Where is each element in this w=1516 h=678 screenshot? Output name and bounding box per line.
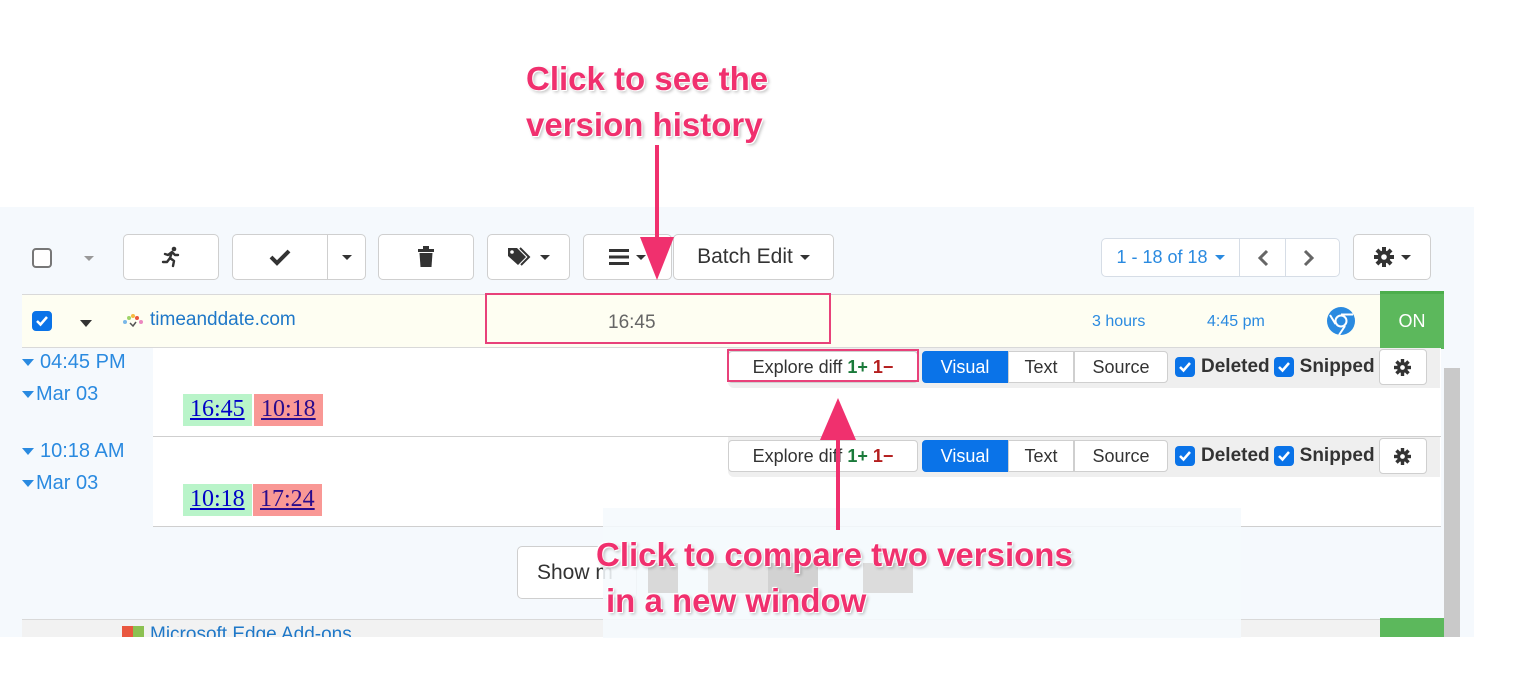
monitor-status-toggle[interactable]: ON <box>1380 291 1444 349</box>
snipped-label: Snipped <box>1299 445 1375 466</box>
checkbox-checked-icon <box>1273 446 1294 466</box>
delete-button[interactable] <box>378 234 474 280</box>
site-favicon-icon <box>122 626 144 637</box>
added-text-chip[interactable]: 10:18 <box>183 484 252 516</box>
caret-down-icon <box>1214 255 1225 260</box>
diff-settings-button[interactable] <box>1378 349 1427 385</box>
view-list-button[interactable] <box>583 234 672 280</box>
tags-icon <box>508 247 531 266</box>
deleted-label: Deleted <box>1201 356 1270 377</box>
removed-text-chip[interactable]: 10:18 <box>254 394 323 426</box>
explore-diff-label: Explore diff <box>752 445 843 466</box>
checkbox-checked-icon <box>1273 357 1294 377</box>
caret-down-icon <box>22 448 34 456</box>
annotation-line: in a new window <box>606 582 867 619</box>
trash-icon <box>418 246 434 267</box>
added-text-chip[interactable]: 16:45 <box>183 394 252 426</box>
mark-read-button[interactable] <box>233 235 327 279</box>
annotation-line: Click to compare two versions <box>596 536 1073 573</box>
diff-mode-toggle: Visual Text Source <box>922 351 1168 383</box>
tags-button[interactable] <box>487 234 570 280</box>
diff-settings-button[interactable] <box>1378 438 1427 474</box>
removed-text-chip[interactable]: 17:24 <box>253 484 322 516</box>
page-range-label: 1 - 18 of 18 <box>1116 247 1208 267</box>
snipped-checkbox[interactable]: Snipped <box>1273 445 1375 467</box>
caret-down-icon <box>22 391 34 399</box>
settings-button[interactable] <box>1353 234 1431 280</box>
select-all-checkbox[interactable] <box>32 248 52 268</box>
annotation-version-history: Click to see the version history <box>526 56 768 148</box>
annotation-line: version history <box>526 106 763 143</box>
mode-text-button[interactable]: Text <box>1008 440 1074 472</box>
diff-mode-toggle: Visual Text Source <box>922 440 1168 472</box>
caret-down-icon <box>22 480 34 488</box>
next-page-button[interactable] <box>1286 239 1332 276</box>
explore-diff-button[interactable]: Explore diff 1+ 1− <box>728 440 918 472</box>
snipped-label: Snipped <box>1299 356 1375 377</box>
deleted-label: Deleted <box>1201 445 1270 466</box>
checkbox-checked-icon <box>1175 446 1195 466</box>
mode-source-button[interactable]: Source <box>1074 440 1168 472</box>
version-date-link[interactable]: Mar 03 <box>22 383 98 406</box>
mode-visual-button[interactable]: Visual <box>922 351 1008 383</box>
mode-text-button[interactable]: Text <box>1008 351 1074 383</box>
monitor-name-link[interactable]: timeanddate.com <box>150 309 296 331</box>
version-time-link[interactable]: 10:18 AM <box>22 440 125 463</box>
caret-down-icon <box>1400 254 1411 260</box>
chevron-left-icon <box>1257 249 1268 266</box>
annotation-line: Click to see the <box>526 60 769 97</box>
removed-count: 1− <box>872 445 894 466</box>
gear-icon <box>1373 247 1394 267</box>
gear-icon <box>1394 358 1412 376</box>
run-button[interactable] <box>123 234 219 280</box>
monitor-name-link[interactable]: Microsoft Edge Add-ons <box>150 624 352 637</box>
diff-toolbar: Explore diff 1+ 1− Visual Text Source De… <box>728 438 1427 474</box>
caret-down-icon <box>636 254 646 260</box>
caret-down-icon <box>22 359 34 367</box>
annotation-compare-versions: Click to compare two versions in a new w… <box>596 532 1073 624</box>
added-count: 1+ <box>847 445 868 466</box>
status-label: ON <box>1398 311 1426 331</box>
caret-down-icon <box>342 254 352 260</box>
mode-visual-button[interactable]: Visual <box>922 440 1008 472</box>
expand-caret-icon[interactable] <box>80 320 92 327</box>
chrome-icon <box>1327 307 1355 336</box>
gear-icon <box>1394 447 1412 465</box>
page-range-dropdown[interactable]: 1 - 18 of 18 <box>1102 239 1240 276</box>
list-icon <box>609 249 629 265</box>
mark-read-split-button[interactable] <box>232 234 366 280</box>
scrollbar[interactable] <box>1444 368 1460 637</box>
site-favicon-icon <box>123 314 143 328</box>
snipped-checkbox[interactable]: Snipped <box>1273 356 1375 378</box>
version-date: Mar 03 <box>36 472 99 494</box>
check-icon <box>269 249 291 266</box>
monitor-status-toggle[interactable] <box>1380 618 1444 637</box>
pagination: 1 - 18 of 18 <box>1101 238 1340 277</box>
mode-source-button[interactable]: Source <box>1074 351 1168 383</box>
deleted-checkbox[interactable]: Deleted <box>1175 356 1270 378</box>
prev-page-button[interactable] <box>1240 239 1286 276</box>
checkbox-checked-icon <box>1175 357 1195 377</box>
version-time-link[interactable]: 04:45 PM <box>22 351 126 374</box>
caret-down-icon <box>799 254 810 260</box>
version-time: 10:18 AM <box>40 440 125 462</box>
version-date-link[interactable]: Mar 03 <box>22 472 98 495</box>
check-interval[interactable]: 3 hours <box>1092 313 1145 331</box>
caret-down-icon <box>540 254 550 260</box>
batch-edit-button[interactable]: Batch Edit <box>673 234 834 280</box>
version-date: Mar 03 <box>36 383 99 405</box>
monitor-select-checkbox[interactable] <box>32 311 52 331</box>
version-time: 04:45 PM <box>40 351 126 373</box>
highlight-explore-diff <box>727 349 919 382</box>
run-icon <box>161 246 180 268</box>
chevron-right-icon <box>1303 249 1315 266</box>
mark-read-dropdown[interactable] <box>328 235 366 279</box>
deleted-checkbox[interactable]: Deleted <box>1175 445 1270 467</box>
select-menu-caret-icon[interactable] <box>84 256 94 261</box>
highlight-current-value <box>485 293 831 344</box>
last-checked-time: 4:45 pm <box>1207 313 1265 330</box>
batch-edit-label: Batch Edit <box>697 245 793 268</box>
